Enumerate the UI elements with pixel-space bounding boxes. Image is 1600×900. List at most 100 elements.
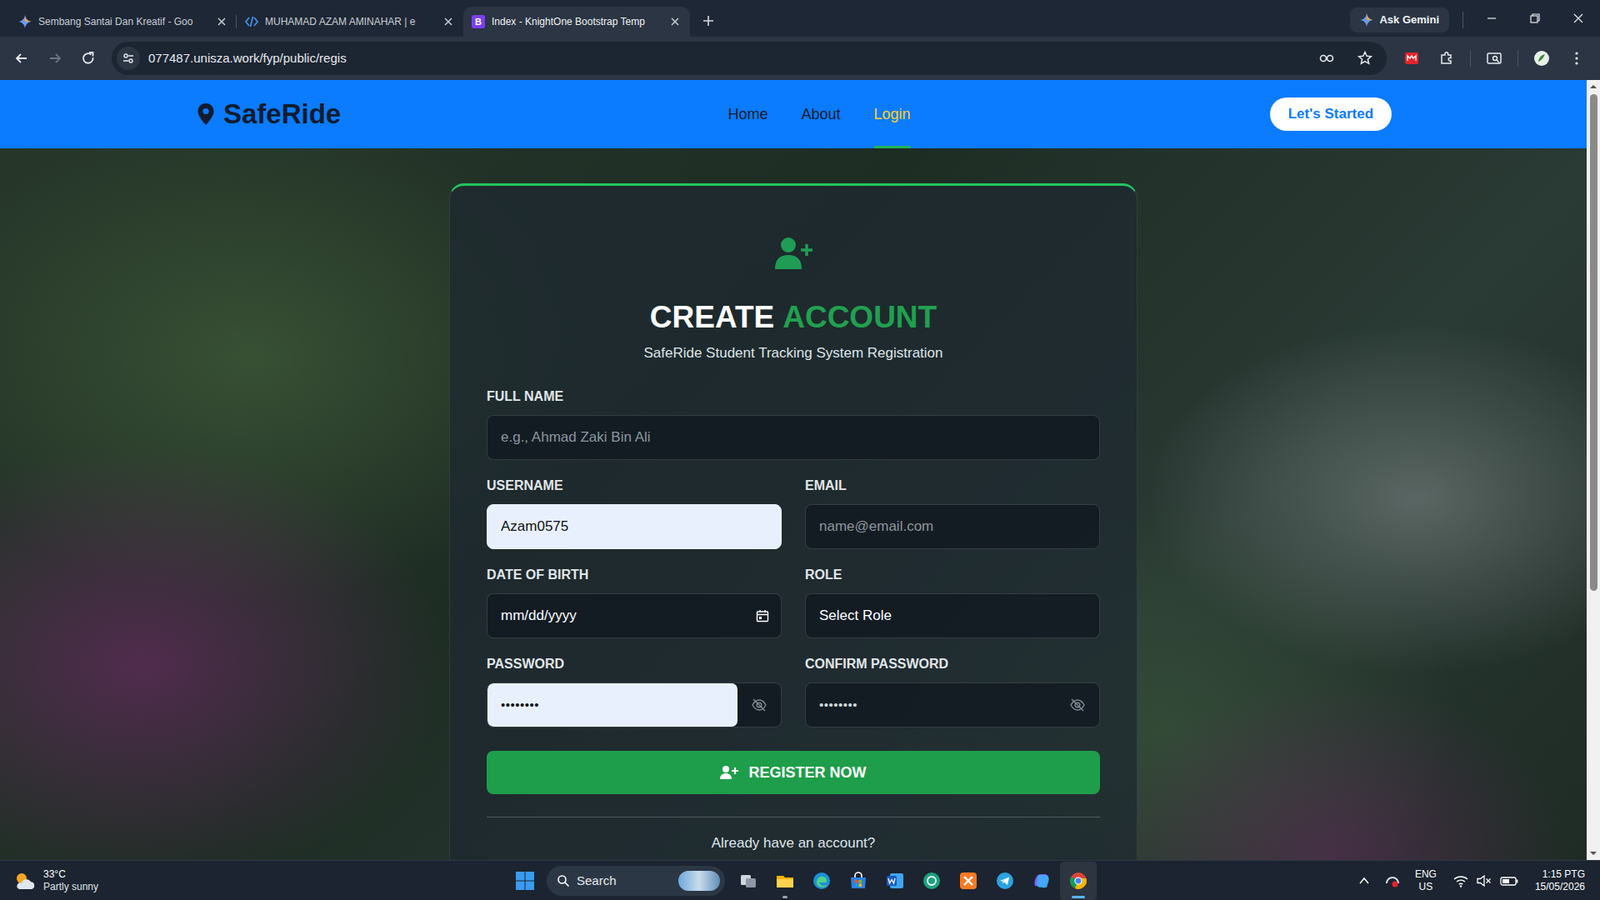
date-input[interactable]: mm/dd/yyyy <box>486 593 782 639</box>
taskbar-app[interactable] <box>766 861 804 900</box>
page-scrollbar[interactable] <box>1586 80 1600 860</box>
language-indicator[interactable]: ENGUS <box>1408 868 1444 894</box>
clock[interactable]: 1:15 PTG15/05/2026 <box>1528 868 1590 894</box>
text-input[interactable] <box>486 504 782 550</box>
password-input[interactable]: •••••••• <box>487 683 738 727</box>
toggle-visibility-button[interactable] <box>737 683 781 727</box>
extensions-puzzle-button[interactable] <box>1431 43 1462 74</box>
taskbar-app[interactable] <box>950 861 987 900</box>
language-code: ENG <box>1415 868 1437 881</box>
text-input[interactable] <box>805 504 1100 550</box>
taskbar-app[interactable] <box>913 861 950 900</box>
taskbar-app[interactable] <box>840 861 877 900</box>
taskbar-app[interactable] <box>986 861 1024 900</box>
form-group: PASSWORD•••••••• <box>486 655 782 728</box>
taskbar-app[interactable] <box>730 861 767 900</box>
word-app-icon <box>885 870 905 891</box>
tray-app-icon <box>1385 873 1400 889</box>
form-row: FULL NAME <box>486 388 1100 460</box>
browser-tab[interactable]: MUHAMAD AZAM AMINAHAR | e <box>236 6 464 37</box>
date-value: mm/dd/yyyy <box>500 606 577 625</box>
nav-link[interactable]: Home <box>727 80 768 149</box>
weather-temp: 33°C <box>43 868 99 881</box>
running-indicator <box>929 895 935 899</box>
taskbar-app[interactable] <box>1023 861 1060 900</box>
menu-dots-button[interactable] <box>1561 43 1592 74</box>
wifi-icon <box>1453 874 1469 888</box>
close-icon <box>215 15 229 29</box>
weather-widget[interactable]: 33°CPartly sunny <box>13 868 99 894</box>
favicon-letter: B <box>471 15 485 29</box>
new-tab-button[interactable] <box>693 5 724 36</box>
browser-tab[interactable]: B Index - KnightOne Bootstrap Temp <box>463 6 690 37</box>
tab-title: Index - KnightOne Bootstrap Temp <box>491 15 662 29</box>
title-account: ACCOUNT <box>782 300 937 335</box>
register-card: CREATEACCOUNTSafeRide Student Tracking S… <box>449 183 1138 860</box>
store-app-icon <box>848 870 869 891</box>
brand-name: SafeRide <box>223 97 341 131</box>
form-title: CREATEACCOUNT <box>486 299 1100 336</box>
site-info-button[interactable] <box>116 46 140 70</box>
taskbar-app[interactable] <box>1060 861 1097 900</box>
restore-button[interactable] <box>1513 0 1557 37</box>
code-favicon-icon <box>245 15 259 29</box>
forward-arrow-button[interactable] <box>40 43 70 74</box>
main-nav: Home About Login <box>727 80 910 149</box>
register-label: REGISTER NOW <box>748 763 866 782</box>
password-key-button[interactable] <box>1311 43 1342 74</box>
weather-desc: Partly sunny <box>43 880 99 894</box>
lets-started-button[interactable]: Let's Started <box>1270 97 1392 131</box>
password-input[interactable]: •••••••• <box>805 683 1056 727</box>
clock-time: 1:15 PTG <box>1542 868 1585 881</box>
reload-button[interactable] <box>73 43 104 74</box>
tray-app-button[interactable] <box>1380 864 1405 898</box>
register-button[interactable]: REGISTER NOW <box>486 750 1100 795</box>
text-input[interactable] <box>486 415 1100 460</box>
back-arrow-button[interactable] <box>6 43 37 74</box>
minimize-button[interactable] <box>1470 0 1514 37</box>
taskbar-right: ENGUS 1:15 PTG15/05/2026 <box>1096 864 1600 898</box>
bookmark-star-button[interactable] <box>1350 43 1380 74</box>
extension-red-button[interactable] <box>1396 43 1427 74</box>
field-label: CONFIRM PASSWORD <box>805 655 1100 673</box>
tab-title: MUHAMAD AZAM AMINAHAR | e <box>265 15 435 29</box>
restore-icon <box>1528 11 1542 25</box>
quick-settings-button[interactable] <box>1446 864 1525 898</box>
toggle-visibility-button[interactable] <box>1055 683 1100 727</box>
password-dots: •••••••• <box>819 696 858 714</box>
profile-avatar-button[interactable] <box>1526 43 1557 74</box>
search-highlight-image <box>678 870 720 891</box>
user-plus-icon <box>773 235 814 271</box>
hidden-icons-button[interactable] <box>1351 864 1377 898</box>
taskbar-search[interactable]: Search <box>546 865 725 896</box>
taskbar-app[interactable] <box>876 861 914 900</box>
running-indicator <box>782 895 788 899</box>
edge-app-icon <box>811 870 832 891</box>
strip-divider <box>1462 11 1464 29</box>
url-text[interactable]: 077487.unisza.work/fyp/public/regis <box>148 50 1304 67</box>
running-indicator <box>745 895 751 899</box>
header-actions: Let's Started <box>910 97 1392 131</box>
clock-date: 15/05/2026 <box>1535 880 1585 894</box>
windows-logo-icon <box>515 870 535 891</box>
nav-link[interactable]: About <box>800 80 840 149</box>
taskbar-app[interactable] <box>803 861 840 900</box>
ask-gemini-label: Ask Gemini <box>1379 13 1440 27</box>
site-logo[interactable]: SafeRide <box>196 97 678 131</box>
start-button[interactable] <box>506 862 544 900</box>
toolbar-actions <box>1396 43 1592 74</box>
eye-slash-icon <box>1069 696 1086 714</box>
field-label: ROLE <box>805 566 1100 584</box>
speaker-muted-icon <box>1476 874 1492 888</box>
close-window-button[interactable] <box>1556 0 1600 37</box>
reload-icon <box>80 50 97 67</box>
form-group: CONFIRM PASSWORD •••••••• <box>805 655 1100 728</box>
ask-gemini-button[interactable]: Ask Gemini <box>1350 7 1450 33</box>
reading-mode-button[interactable] <box>1479 43 1510 74</box>
scrollbar-thumb[interactable] <box>1590 94 1598 591</box>
browser-tab[interactable]: Sembang Santai Dan Kreatif - Goo <box>10 6 237 37</box>
running-indicator <box>892 895 898 899</box>
role-select[interactable]: Select Role <box>805 593 1100 639</box>
nav-link[interactable]: Login <box>874 80 911 149</box>
address-bar[interactable]: 077487.unisza.work/fyp/public/regis <box>111 41 1387 75</box>
